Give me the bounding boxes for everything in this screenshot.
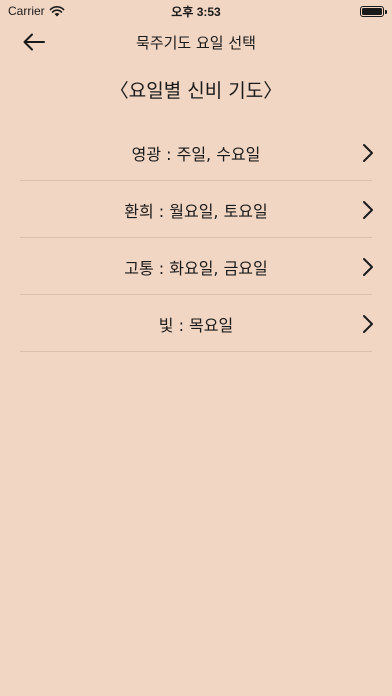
mystery-list: 영광 : 주일, 수요일 환희 : 월요일, 토요일 고통 : 화요일, 금요일… [0,124,392,352]
navigation-bar: 묵주기도 요일 선택 [0,22,392,62]
wifi-icon [49,6,65,17]
chevron-right-icon [363,143,373,162]
list-item-joyful[interactable]: 환희 : 월요일, 토요일 [0,181,392,238]
list-item-sorrowful[interactable]: 고통 : 화요일, 금요일 [0,238,392,295]
list-item-label: 빛 : 목요일 [158,315,234,335]
battery-icon [360,5,387,17]
list-item-luminous[interactable]: 빛 : 목요일 [0,295,392,352]
list-item-label: 영광 : 주일, 수요일 [131,144,261,164]
chevron-right-icon [363,257,373,276]
status-left: Carrier [8,4,65,18]
back-button[interactable] [18,28,50,56]
status-bar: Carrier 오후 3:53 [0,0,392,22]
list-item-label: 고통 : 화요일, 금요일 [124,258,268,278]
arrow-left-icon [23,33,45,51]
chevron-right-icon [363,314,373,333]
chevron-right-icon [363,200,373,219]
list-item-label: 환희 : 월요일, 토요일 [124,201,268,221]
divider [20,351,372,352]
section-title: 〈요일별 신비 기도〉 [109,80,283,102]
carrier-label: Carrier [8,4,45,18]
page-title: 묵주기도 요일 선택 [136,33,256,52]
list-item-glorious[interactable]: 영광 : 주일, 수요일 [0,124,392,181]
